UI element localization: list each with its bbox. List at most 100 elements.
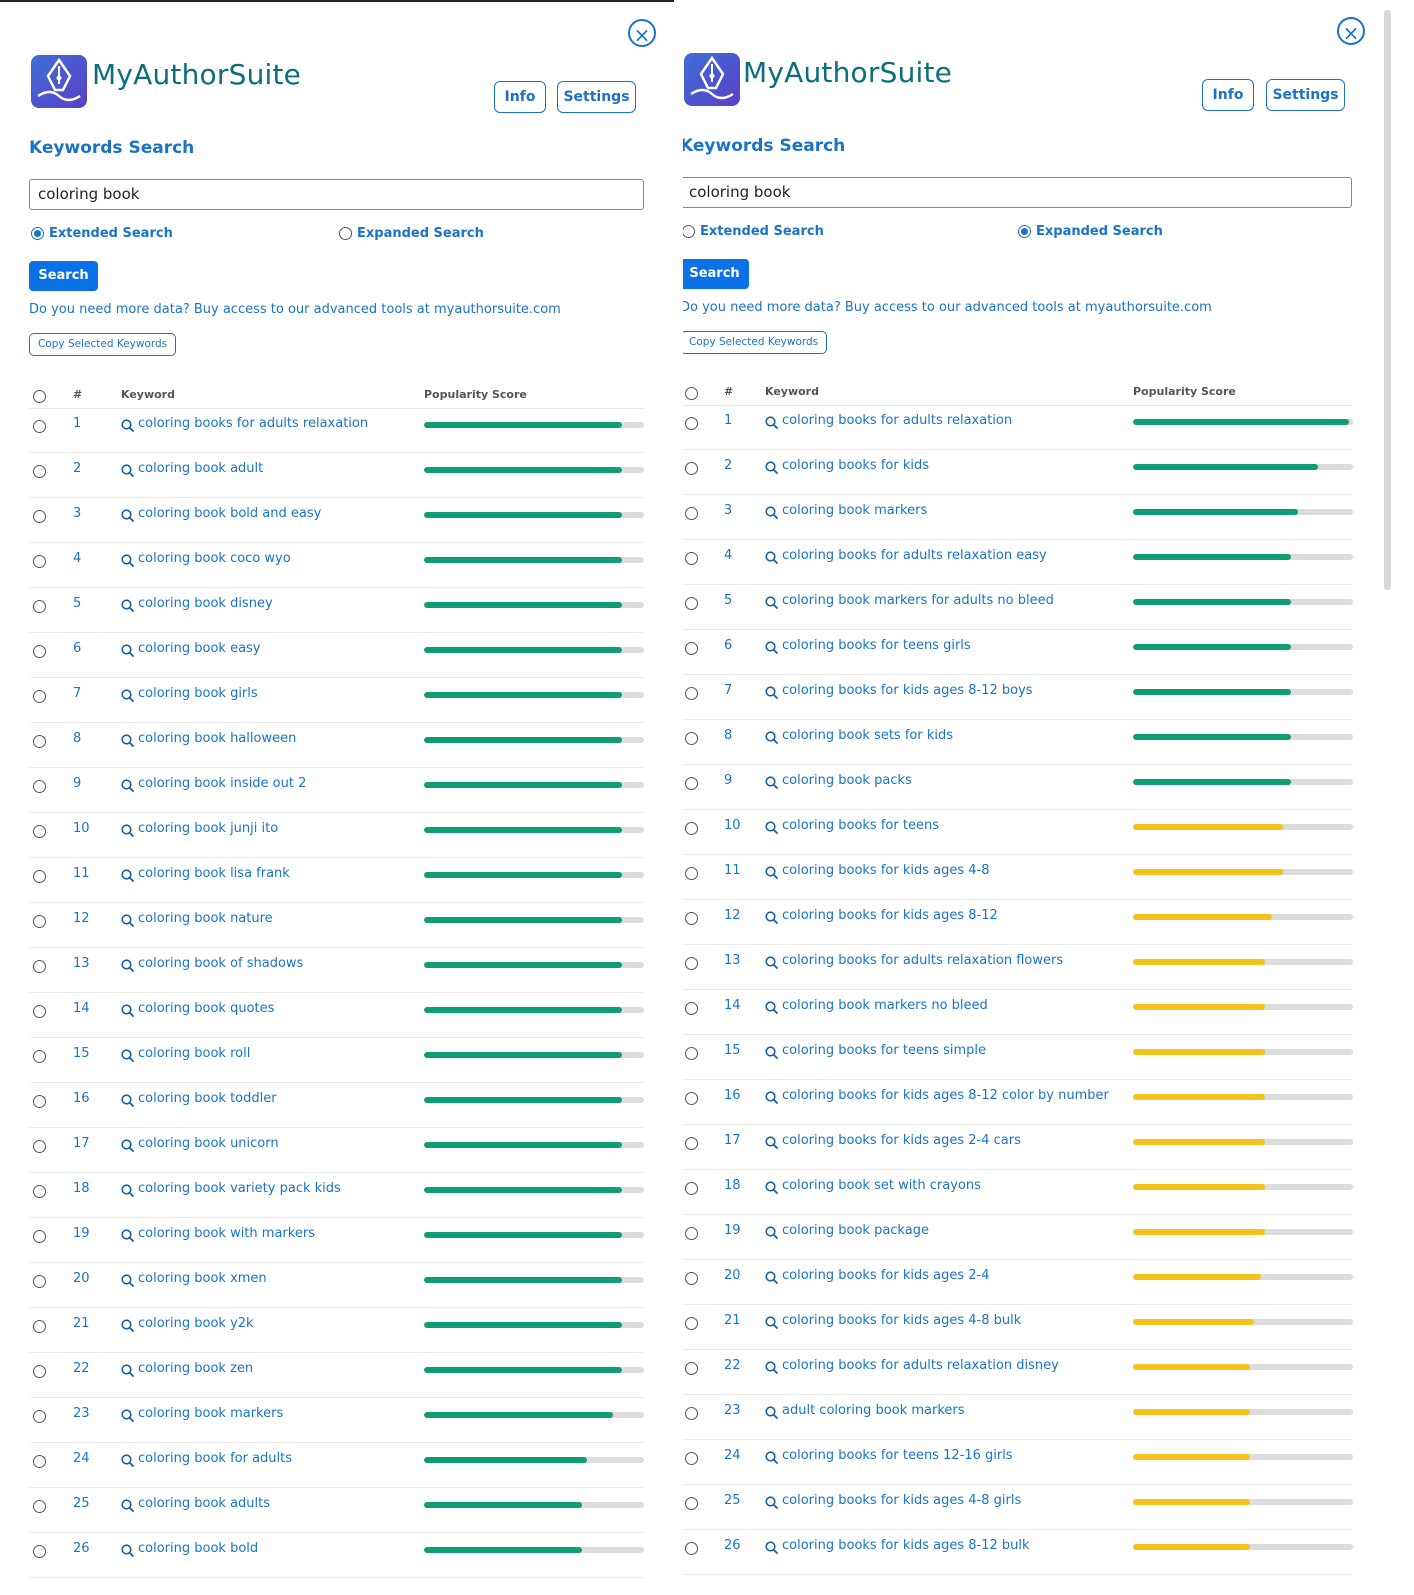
keyword-text[interactable]: coloring book bold and easy (138, 506, 321, 521)
keyword-text[interactable]: coloring book package (782, 1223, 929, 1238)
settings-button[interactable]: Settings (557, 81, 636, 113)
keyword-text[interactable]: coloring books for kids ages 8-12 boys (782, 683, 1033, 698)
keyword-link[interactable]: coloring book adults (121, 1496, 270, 1512)
keyword-link[interactable]: coloring book coco wyo (121, 551, 291, 567)
row-select-radio[interactable] (33, 1005, 46, 1018)
keyword-text[interactable]: coloring book adult (138, 461, 263, 476)
search-icon[interactable] (121, 554, 134, 567)
copy-selected-keywords-button[interactable]: Copy Selected Keywords (29, 333, 177, 356)
search-input[interactable]: coloring book (683, 177, 1352, 208)
keyword-link[interactable]: coloring book markers (765, 503, 927, 519)
row-select-radio[interactable] (685, 822, 698, 835)
row-select-radio[interactable] (33, 1410, 46, 1423)
search-icon[interactable] (765, 641, 778, 654)
promo-link[interactable]: Do you need more data? Buy access to our… (683, 300, 1212, 315)
keyword-text[interactable]: coloring book zen (138, 1361, 253, 1376)
keyword-link[interactable]: coloring book markers (121, 1406, 283, 1422)
row-select-radio[interactable] (685, 1047, 698, 1060)
keyword-link[interactable]: coloring book bold (121, 1541, 258, 1557)
keyword-text[interactable]: coloring books for teens 12-16 girls (782, 1448, 1013, 1463)
row-select-radio[interactable] (685, 507, 698, 520)
search-icon[interactable] (121, 509, 134, 522)
search-icon[interactable] (121, 419, 134, 432)
keyword-link[interactable]: coloring book markers for adults no blee… (765, 593, 1054, 609)
keyword-text[interactable]: coloring book markers no bleed (782, 998, 988, 1013)
search-icon[interactable] (765, 911, 778, 924)
keyword-text[interactable]: coloring book nature (138, 911, 273, 926)
keyword-text[interactable]: coloring books for kids ages 2-4 cars (782, 1133, 1021, 1148)
keyword-text[interactable]: coloring book y2k (138, 1316, 254, 1331)
search-icon[interactable] (121, 734, 134, 747)
search-icon[interactable] (121, 1274, 134, 1287)
select-all-radio[interactable] (685, 387, 698, 400)
row-select-radio[interactable] (685, 642, 698, 655)
row-select-radio[interactable] (685, 1317, 698, 1330)
keyword-text[interactable]: coloring book roll (138, 1046, 250, 1061)
search-icon[interactable] (121, 1049, 134, 1062)
row-select-radio[interactable] (33, 1455, 46, 1468)
search-icon[interactable] (121, 1544, 134, 1557)
keyword-text[interactable]: coloring books for adults relaxation eas… (782, 548, 1047, 563)
keyword-link[interactable]: coloring book of shadows (121, 956, 303, 972)
row-select-radio[interactable] (685, 1092, 698, 1105)
row-select-radio[interactable] (685, 1497, 698, 1510)
keyword-link[interactable]: coloring book markers no bleed (765, 998, 988, 1014)
search-icon[interactable] (765, 596, 778, 609)
row-select-radio[interactable] (685, 1407, 698, 1420)
search-icon[interactable] (765, 1271, 778, 1284)
keyword-link[interactable]: coloring books for kids ages 4-8 girls (765, 1493, 1021, 1509)
close-button[interactable]: × (1337, 17, 1365, 45)
row-select-radio[interactable] (33, 960, 46, 973)
keyword-text[interactable]: coloring book halloween (138, 731, 296, 746)
search-icon[interactable] (765, 1181, 778, 1194)
search-icon[interactable] (121, 1319, 134, 1332)
row-select-radio[interactable] (33, 915, 46, 928)
keyword-link[interactable]: coloring books for teens girls (765, 638, 971, 654)
keyword-text[interactable]: adult coloring book markers (782, 1403, 965, 1418)
search-icon[interactable] (121, 959, 134, 972)
row-select-radio[interactable] (685, 687, 698, 700)
keyword-text[interactable]: coloring books for adults relaxation (782, 413, 1012, 428)
search-icon[interactable] (765, 956, 778, 969)
keyword-text[interactable]: coloring books for kids ages 8-12 color … (782, 1088, 1109, 1103)
search-icon[interactable] (121, 1004, 134, 1017)
row-select-radio[interactable] (33, 1230, 46, 1243)
search-icon[interactable] (121, 1139, 134, 1152)
keyword-link[interactable]: coloring book quotes (121, 1001, 274, 1017)
search-icon[interactable] (765, 1136, 778, 1149)
keyword-link[interactable]: coloring book y2k (121, 1316, 254, 1332)
search-button[interactable]: Search (683, 259, 749, 289)
keyword-link[interactable]: coloring books for kids ages 4-8 (765, 863, 990, 879)
row-select-radio[interactable] (33, 1500, 46, 1513)
search-icon[interactable] (121, 1184, 134, 1197)
select-all-radio[interactable] (33, 390, 46, 403)
keyword-text[interactable]: coloring book easy (138, 641, 261, 656)
extended-search-radio[interactable] (683, 225, 695, 238)
search-icon[interactable] (765, 1361, 778, 1374)
keyword-link[interactable]: coloring book inside out 2 (121, 776, 306, 792)
keyword-link[interactable]: coloring book with markers (121, 1226, 315, 1242)
search-icon[interactable] (121, 869, 134, 882)
row-select-radio[interactable] (33, 1320, 46, 1333)
keyword-link[interactable]: coloring book roll (121, 1046, 250, 1062)
row-select-radio[interactable] (685, 867, 698, 880)
settings-button[interactable]: Settings (1266, 79, 1345, 111)
row-select-radio[interactable] (685, 1542, 698, 1555)
search-icon[interactable] (765, 731, 778, 744)
search-icon[interactable] (121, 689, 134, 702)
keyword-text[interactable]: coloring books for teens simple (782, 1043, 986, 1058)
keyword-link[interactable]: coloring books for adults relaxation eas… (765, 548, 1047, 564)
keyword-text[interactable]: coloring books for adults relaxation dis… (782, 1358, 1059, 1373)
search-icon[interactable] (121, 1364, 134, 1377)
keyword-link[interactable]: coloring books for kids ages 8-12 boys (765, 683, 1033, 699)
search-icon[interactable] (121, 1229, 134, 1242)
keyword-text[interactable]: coloring book bold (138, 1541, 258, 1556)
keyword-link[interactable]: coloring books for adults relaxation (121, 416, 368, 432)
search-icon[interactable] (765, 1316, 778, 1329)
row-select-radio[interactable] (33, 1185, 46, 1198)
keyword-link[interactable]: coloring book variety pack kids (121, 1181, 341, 1197)
row-select-radio[interactable] (685, 1452, 698, 1465)
expanded-search-option[interactable]: Expanded Search (339, 226, 484, 241)
keyword-text[interactable]: coloring books for teens (782, 818, 939, 833)
keyword-text[interactable]: coloring book quotes (138, 1001, 274, 1016)
